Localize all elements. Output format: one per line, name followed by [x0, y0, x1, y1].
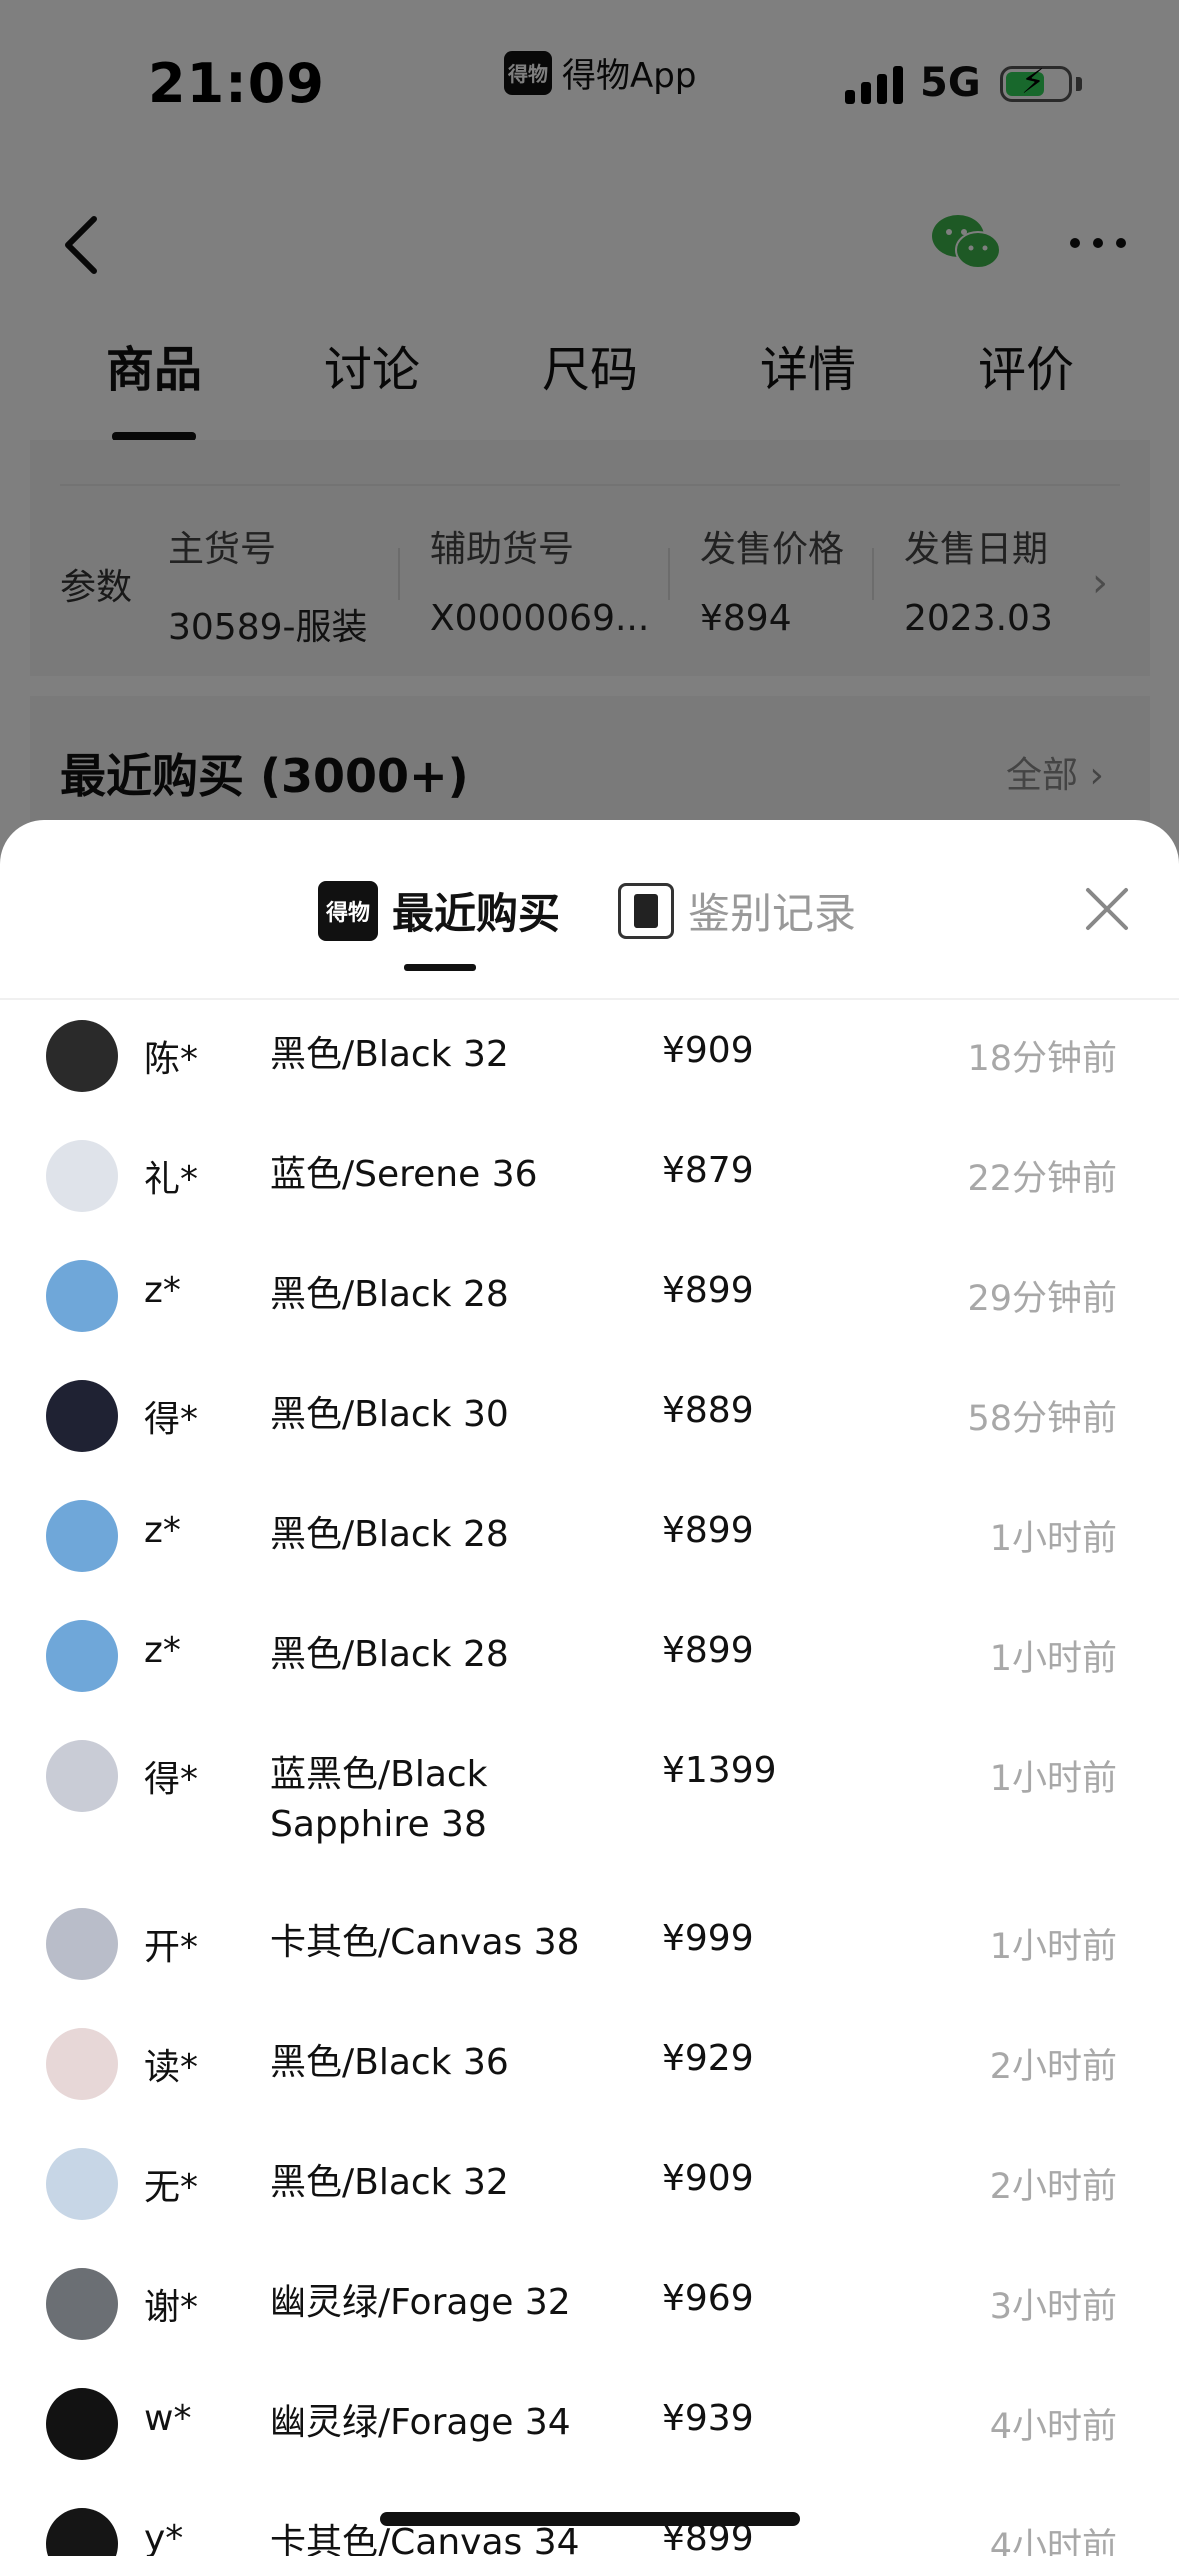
purchase-row: 谢* 幽灵绿/Forage 32 ¥969 3小时前 — [0, 2268, 1179, 2388]
buyer-name: w* — [144, 2398, 192, 2439]
purchase-time: 4小时前 — [989, 2527, 1117, 2556]
buyer-name: 无* — [144, 2167, 199, 2208]
purchase-row: 礼* 蓝色/Serene 36 ¥879 22分钟前 — [0, 1140, 1179, 1260]
item-spec: 卡其色/Canvas 38 — [270, 1922, 580, 1963]
buyer-name: 读* — [144, 2047, 199, 2088]
buyer-name: z* — [144, 1270, 181, 1311]
item-spec: 黑色/Black 36 — [270, 2042, 509, 2083]
item-price: ¥899 — [662, 1630, 754, 1671]
tab-authentication-records[interactable]: 鉴别记录 — [618, 880, 856, 941]
item-price: ¥939 — [662, 2398, 754, 2439]
item-price: ¥899 — [662, 1510, 754, 1551]
avatar — [46, 1908, 118, 1980]
purchase-row: 陈* 黑色/Black 32 ¥909 18分钟前 — [0, 1020, 1179, 1140]
recent-purchases-sheet: 得物 最近购买 鉴别记录 陈* 黑色/Black 32 ¥909 18分钟前礼* 蓝色/… — [0, 820, 1179, 2556]
purchase-row: 开* 卡其色/Canvas 38 ¥999 1小时前 — [0, 1908, 1179, 2028]
tab-recent-purchases[interactable]: 得物 最近购买 — [318, 880, 560, 941]
avatar — [46, 2028, 118, 2100]
dewu-logo-icon: 得物 — [318, 880, 378, 941]
item-spec: 黑色/Black 30 — [270, 1394, 509, 1435]
item-price: ¥909 — [662, 1030, 754, 1071]
shorts-icon — [618, 882, 674, 939]
item-spec: 黑色/Black 32 — [270, 1034, 509, 1075]
item-spec: 幽灵绿/Forage 32 — [270, 2282, 571, 2323]
item-price: ¥969 — [662, 2278, 754, 2319]
item-spec: 黑色/Black 28 — [270, 1514, 509, 1555]
home-indicator — [380, 2512, 800, 2526]
avatar — [46, 1500, 118, 1572]
purchase-time: 1小时前 — [989, 1927, 1117, 1967]
item-spec: 黑色/Black 28 — [270, 1634, 509, 1675]
purchase-row: z* 黑色/Black 28 ¥899 1小时前 — [0, 1620, 1179, 1740]
avatar — [46, 1380, 118, 1452]
purchase-time: 18分钟前 — [967, 1039, 1117, 1079]
purchase-time: 22分钟前 — [967, 1159, 1117, 1199]
purchase-row: 读* 黑色/Black 36 ¥929 2小时前 — [0, 2028, 1179, 2148]
purchase-time: 1小时前 — [989, 1639, 1117, 1679]
purchase-time: 4小时前 — [989, 2407, 1117, 2447]
item-spec: 幽灵绿/Forage 34 — [270, 2402, 571, 2443]
buyer-name: 谢* — [144, 2287, 199, 2328]
item-spec: 蓝色/Serene 36 — [270, 1154, 538, 1195]
purchase-time: 2小时前 — [989, 2047, 1117, 2087]
item-price: ¥999 — [662, 1918, 754, 1959]
item-price: ¥889 — [662, 1390, 754, 1431]
purchase-row: 得* 蓝黑色/Black Sapphire 38 ¥1399 1小时前 — [0, 1740, 1179, 1860]
avatar — [46, 1020, 118, 1092]
purchase-row: w* 幽灵绿/Forage 34 ¥939 4小时前 — [0, 2388, 1179, 2508]
purchase-time: 29分钟前 — [967, 1279, 1117, 1319]
purchase-row: 得* 黑色/Black 30 ¥889 58分钟前 — [0, 1380, 1179, 1500]
buyer-name: 开* — [144, 1927, 199, 1968]
purchase-time: 1小时前 — [989, 1519, 1117, 1559]
avatar — [46, 1620, 118, 1692]
purchase-row: z* 黑色/Black 28 ¥899 29分钟前 — [0, 1260, 1179, 1380]
buyer-name: 陈* — [144, 1039, 199, 1080]
purchase-time: 58分钟前 — [967, 1399, 1117, 1439]
item-price: ¥879 — [662, 1150, 754, 1191]
avatar — [46, 1140, 118, 1212]
item-spec: 蓝黑色/Black Sapphire 38 — [270, 1754, 488, 1845]
buyer-name: z* — [144, 1510, 181, 1551]
avatar — [46, 1740, 118, 1812]
avatar — [46, 2388, 118, 2460]
buyer-name: y* — [144, 2518, 184, 2556]
item-spec: 黑色/Black 32 — [270, 2162, 509, 2203]
avatar — [46, 2508, 118, 2556]
purchase-time: 3小时前 — [989, 2287, 1117, 2327]
item-price: ¥929 — [662, 2038, 754, 2079]
avatar — [46, 2268, 118, 2340]
purchase-time: 1小时前 — [989, 1759, 1117, 1799]
avatar — [46, 1260, 118, 1332]
sheet-tab-underline — [404, 964, 476, 971]
close-icon[interactable] — [1084, 886, 1130, 932]
buyer-name: z* — [144, 1630, 181, 1671]
purchase-row: 无* 黑色/Black 32 ¥909 2小时前 — [0, 2148, 1179, 2268]
item-spec: 黑色/Black 28 — [270, 1274, 509, 1315]
sheet-header: 得物 最近购买 鉴别记录 — [0, 820, 1179, 1000]
item-price: ¥909 — [662, 2158, 754, 2199]
buyer-name: 礼* — [144, 1159, 199, 1200]
item-price: ¥899 — [662, 1270, 754, 1311]
buyer-name: 得* — [144, 1399, 199, 1440]
item-price: ¥1399 — [662, 1750, 777, 1791]
buyer-name: 得* — [144, 1759, 199, 1800]
purchase-time: 2小时前 — [989, 2167, 1117, 2207]
avatar — [46, 2148, 118, 2220]
purchase-row: z* 黑色/Black 28 ¥899 1小时前 — [0, 1500, 1179, 1620]
